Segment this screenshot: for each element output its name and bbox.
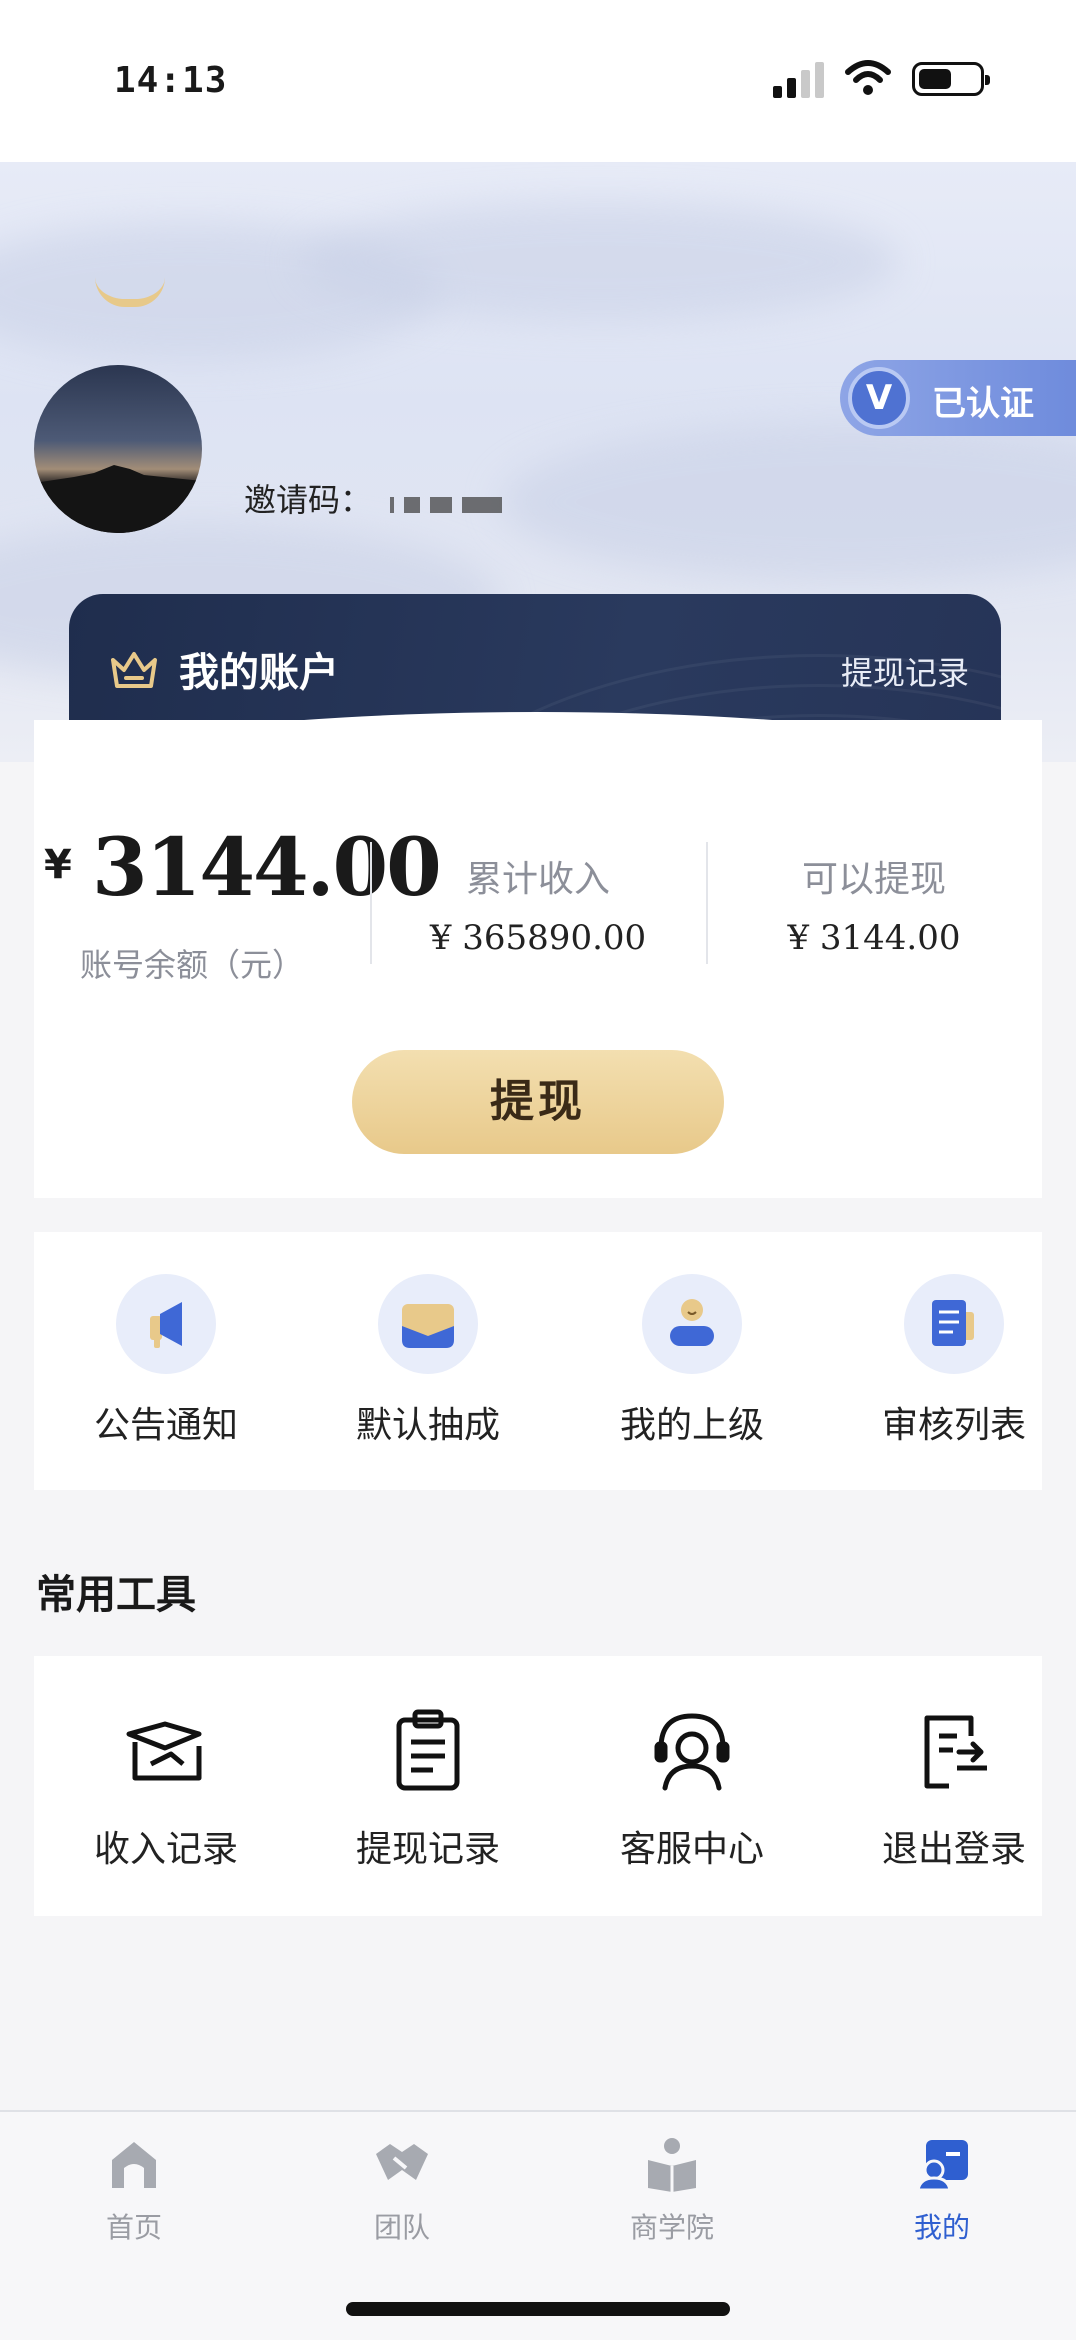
quick-actions: 公告通知 默认抽成 我的上级 审核列表 bbox=[34, 1232, 1042, 1490]
tool-label: 提现记录 bbox=[355, 1829, 500, 1870]
withdraw-button[interactable]: 提现 bbox=[352, 1050, 724, 1154]
status-bar: 14:13 bbox=[0, 0, 1076, 162]
tab-home[interactable]: 首页 bbox=[34, 2134, 234, 2246]
income-record-icon bbox=[121, 1706, 211, 1796]
tool-income-record[interactable]: 收入记录 bbox=[56, 1706, 276, 1872]
quick-action-default-commission[interactable]: 默认抽成 bbox=[318, 1274, 538, 1448]
tab-academy[interactable]: 商学院 bbox=[572, 2134, 772, 2246]
verified-check-icon: V bbox=[848, 367, 910, 429]
tab-label: 团队 bbox=[373, 2211, 430, 2244]
handshake-icon bbox=[372, 2134, 432, 2194]
crown-icon bbox=[111, 652, 157, 688]
total-income-label: 累计收入 bbox=[465, 859, 610, 900]
quick-action-label: 审核列表 bbox=[881, 1405, 1026, 1446]
tool-customer-service[interactable]: 客服中心 bbox=[582, 1706, 802, 1872]
balance-label: 账号余额（元） bbox=[80, 946, 305, 984]
home-icon bbox=[104, 2134, 164, 2194]
invite-code: 邀请码： bbox=[244, 475, 512, 521]
quick-action-announcements[interactable]: 公告通知 bbox=[56, 1274, 276, 1448]
tab-label: 首页 bbox=[105, 2211, 162, 2244]
tab-mine[interactable]: 我的 bbox=[842, 2134, 1042, 2246]
quick-action-superior[interactable]: 我的上级 bbox=[582, 1274, 802, 1448]
quick-action-label: 我的上级 bbox=[619, 1405, 764, 1446]
divider bbox=[370, 842, 372, 964]
quick-action-label: 默认抽成 bbox=[355, 1405, 500, 1446]
verified-badge[interactable]: V 已认证 bbox=[840, 360, 1076, 436]
divider bbox=[706, 842, 708, 964]
book-reader-icon bbox=[642, 2134, 702, 2194]
withdrawable-label: 可以提现 bbox=[801, 859, 946, 900]
user-card-icon bbox=[912, 2134, 972, 2194]
tool-logout[interactable]: 退出登录 bbox=[844, 1706, 1064, 1872]
balance-currency: ¥ bbox=[44, 842, 72, 888]
invite-code-masked bbox=[390, 483, 512, 521]
withdraw-history-link[interactable]: 提现记录 bbox=[841, 648, 969, 694]
signal-icon bbox=[773, 62, 827, 98]
invite-code-label: 邀请码： bbox=[244, 481, 373, 519]
tool-label: 客服中心 bbox=[619, 1829, 764, 1870]
tools-panel: 收入记录 提现记录 客服中心 退出登录 bbox=[34, 1656, 1042, 1916]
wifi-icon bbox=[845, 60, 891, 95]
tab-team[interactable]: 团队 bbox=[302, 2134, 502, 2246]
quick-action-label: 公告通知 bbox=[93, 1405, 238, 1446]
megaphone-icon bbox=[116, 1274, 216, 1374]
tab-label: 我的 bbox=[913, 2211, 970, 2244]
quick-action-review-list[interactable]: 审核列表 bbox=[844, 1274, 1064, 1448]
document-list-icon bbox=[904, 1274, 1004, 1374]
tool-withdraw-record[interactable]: 提现记录 bbox=[318, 1706, 538, 1872]
account-title: 我的账户 bbox=[179, 650, 339, 696]
battery-icon bbox=[912, 62, 990, 96]
tool-label: 收入记录 bbox=[93, 1829, 238, 1870]
person-icon bbox=[642, 1274, 742, 1374]
status-time: 14:13 bbox=[114, 60, 228, 101]
verified-label: 已认证 bbox=[932, 384, 1034, 424]
headset-icon bbox=[647, 1706, 737, 1796]
tab-label: 商学院 bbox=[629, 2211, 714, 2244]
clipboard-icon bbox=[383, 1706, 473, 1796]
tool-label: 退出登录 bbox=[881, 1829, 1026, 1870]
avatar[interactable] bbox=[34, 365, 202, 533]
home-indicator[interactable] bbox=[346, 2302, 730, 2316]
logout-icon bbox=[909, 1706, 999, 1796]
avatar-photo bbox=[34, 465, 202, 533]
tools-title: 常用工具 bbox=[36, 1572, 196, 1618]
total-income-value: ¥ 365890.00 bbox=[429, 918, 647, 958]
envelope-icon bbox=[378, 1274, 478, 1374]
withdrawable-value: ¥ 3144.00 bbox=[787, 918, 961, 958]
